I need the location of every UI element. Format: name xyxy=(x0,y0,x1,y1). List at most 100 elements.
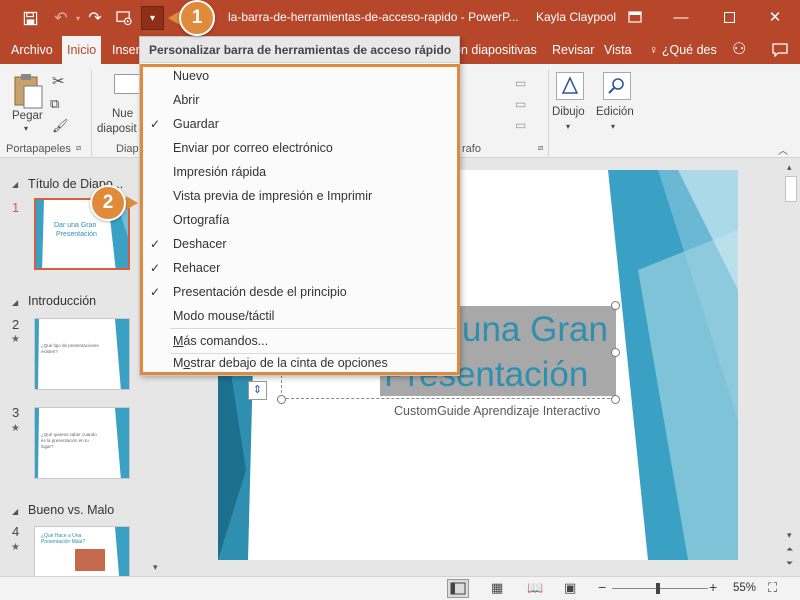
comment-icon xyxy=(772,43,788,58)
collapse-ribbon-icon[interactable]: ︿ xyxy=(778,142,788,157)
menu-item-guardar[interactable]: ✓ Guardar xyxy=(141,112,458,136)
tab-revisar[interactable]: Revisar xyxy=(547,36,599,64)
checkmark-icon: ✓ xyxy=(150,261,161,275)
close-icon: ✕ xyxy=(768,9,782,26)
collapse-section-icon[interactable]: ◢ xyxy=(12,298,18,307)
redo-button[interactable]: ↷ xyxy=(84,6,106,30)
zoom-out-icon[interactable]: − xyxy=(598,579,606,595)
minimize-button[interactable]: — xyxy=(666,4,696,30)
menu-item-mostrar-debajo[interactable]: Mostrar debajo de la cinta de opciones xyxy=(141,351,458,375)
resize-handle[interactable] xyxy=(611,301,620,310)
section-icon[interactable]: ▭ xyxy=(515,118,526,132)
new-slide-icon[interactable] xyxy=(114,74,140,94)
undo-button[interactable]: ↶ xyxy=(50,6,72,30)
customize-qat-button[interactable]: ▾ xyxy=(141,6,164,30)
zoom-slider[interactable] xyxy=(612,588,708,589)
slide-number: 4 xyxy=(12,524,20,539)
close-button[interactable]: ✕ xyxy=(760,4,790,30)
slide-subtitle[interactable]: CustomGuide Aprendizaje Interactivo xyxy=(394,404,600,418)
resize-handle[interactable] xyxy=(277,395,286,404)
zoom-in-icon[interactable]: + xyxy=(709,579,717,595)
tab-presentacion-diapositivas[interactable]: on diapositivas xyxy=(449,36,542,64)
scroll-up-icon[interactable]: ▴ xyxy=(787,162,792,173)
subtitle-placeholder-border xyxy=(281,398,615,399)
previous-slide-icon[interactable]: ⏶ xyxy=(786,544,793,555)
collapse-section-icon[interactable]: ◢ xyxy=(12,507,18,516)
customize-qat-menu: Personalizar barra de herramientas de ac… xyxy=(139,36,460,376)
menu-item-enviar-correo[interactable]: Enviar por correo electrónico xyxy=(141,136,458,160)
scroll-down-icon[interactable]: ▾ xyxy=(153,562,158,573)
transition-star-icon: ★ xyxy=(11,334,20,345)
ribbon-display-options-button[interactable] xyxy=(620,4,650,30)
checkmark-icon: ✓ xyxy=(150,285,161,299)
resize-handle[interactable] xyxy=(611,348,620,357)
menu-item-modo-mouse-tactil[interactable]: Modo mouse/táctil xyxy=(141,304,458,328)
ribbon-options-icon xyxy=(628,11,642,23)
window-title: la-barra-de-herramientas-de-acceso-rapid… xyxy=(228,10,519,24)
resize-handle[interactable] xyxy=(611,395,620,404)
menu-item-nuevo[interactable]: Nuevo xyxy=(141,64,458,88)
save-button[interactable] xyxy=(18,6,42,30)
zoom-slider-thumb[interactable] xyxy=(656,583,660,594)
menu-item-ortografia[interactable]: Ortografía xyxy=(141,208,458,232)
shapes-icon xyxy=(561,76,579,94)
chevron-down-icon: ▾ xyxy=(24,124,29,133)
slideshow-view-icon[interactable]: ▣ xyxy=(564,580,576,596)
scroll-down-icon[interactable]: ▾ xyxy=(787,530,792,541)
slide-layout-icon[interactable]: ▭ xyxy=(515,76,526,90)
scroll-thumb[interactable] xyxy=(785,176,797,202)
start-presentation-button[interactable] xyxy=(112,6,136,30)
undo-dropdown-button[interactable]: ▾ xyxy=(72,6,84,30)
fit-to-window-icon[interactable]: ⛶ xyxy=(768,580,777,596)
find-icon xyxy=(608,78,624,94)
collapse-section-icon[interactable]: ◢ xyxy=(12,180,18,189)
maximize-button[interactable] xyxy=(714,4,744,30)
callout-step-2: 2 xyxy=(90,185,126,221)
slide-sorter-icon[interactable]: ▦ xyxy=(491,580,503,596)
lightbulb-icon: ♀ xyxy=(649,43,662,57)
menu-item-rehacer[interactable]: ✓ Rehacer xyxy=(141,256,458,280)
chevron-down-icon: ▾ xyxy=(75,13,80,23)
editing-button[interactable] xyxy=(603,72,631,100)
tab-vista[interactable]: Vista xyxy=(599,36,637,64)
editing-label: Edición xyxy=(596,106,634,118)
cut-icon[interactable]: ✂ xyxy=(52,72,65,90)
menu-item-presentacion-principio[interactable]: ✓ Presentación desde el principio xyxy=(141,280,458,304)
next-slide-icon[interactable]: ⏷ xyxy=(786,558,793,569)
slideshow-icon xyxy=(115,10,132,25)
customize-dropdown-icon: ▾ xyxy=(149,12,156,24)
share-button[interactable]: ⚇ xyxy=(727,36,751,64)
menu-item-vista-previa[interactable]: Vista previa de impresión e Imprimir xyxy=(141,184,458,208)
normal-view-button[interactable] xyxy=(447,579,469,598)
autofit-options-icon[interactable]: ⇕ xyxy=(248,381,267,400)
slide-number: 2 xyxy=(12,317,20,332)
section-title[interactable]: Bueno vs. Malo xyxy=(28,503,114,517)
undo-icon: ↶ xyxy=(54,10,68,27)
reading-view-icon[interactable]: 📖 xyxy=(527,580,543,596)
callout-pointer xyxy=(126,196,138,210)
tab-archivo[interactable]: Archivo xyxy=(6,36,58,64)
reset-slide-icon[interactable]: ▭ xyxy=(515,97,526,111)
dialog-launcher-icon[interactable]: ⧄ xyxy=(76,143,81,153)
section-title[interactable]: Introducción xyxy=(28,294,96,308)
clipboard-group-label: Portapapeles xyxy=(6,143,71,155)
slide-thumbnail-4[interactable]: ¿Qué Hace a Una Presentación Mala? xyxy=(34,526,130,576)
drawing-button[interactable] xyxy=(556,72,584,100)
user-name[interactable]: Kayla Claypool xyxy=(536,10,616,24)
dialog-launcher-icon[interactable]: ⧄ xyxy=(538,143,543,153)
slide-number: 1 xyxy=(12,200,20,215)
zoom-level[interactable]: 55% xyxy=(733,582,756,594)
comments-button[interactable] xyxy=(767,36,793,64)
slide-thumbnail-3[interactable]: ¿Qué quieres saber cuando es la presenta… xyxy=(34,407,130,479)
slide-thumbnail-2[interactable]: ¿Qué tipo de presentaciones existen? xyxy=(34,318,130,390)
tell-me-search[interactable]: ♀ ¿Qué des xyxy=(644,36,722,64)
menu-item-abrir[interactable]: Abrir xyxy=(141,88,458,112)
tab-inicio[interactable]: Inicio xyxy=(62,36,102,64)
copy-icon[interactable]: ⧉ xyxy=(50,96,59,112)
format-painter-icon[interactable]: 🖌 xyxy=(52,118,69,134)
paste-button[interactable] xyxy=(12,72,44,113)
vertical-scrollbar[interactable]: ▴ ▾ ⏶ ⏷ xyxy=(782,158,800,576)
menu-item-deshacer[interactable]: ✓ Deshacer xyxy=(141,232,458,256)
menu-item-impresion-rapida[interactable]: Impresión rápida xyxy=(141,160,458,184)
menu-item-mas-comandos[interactable]: Más comandos... xyxy=(141,329,458,353)
